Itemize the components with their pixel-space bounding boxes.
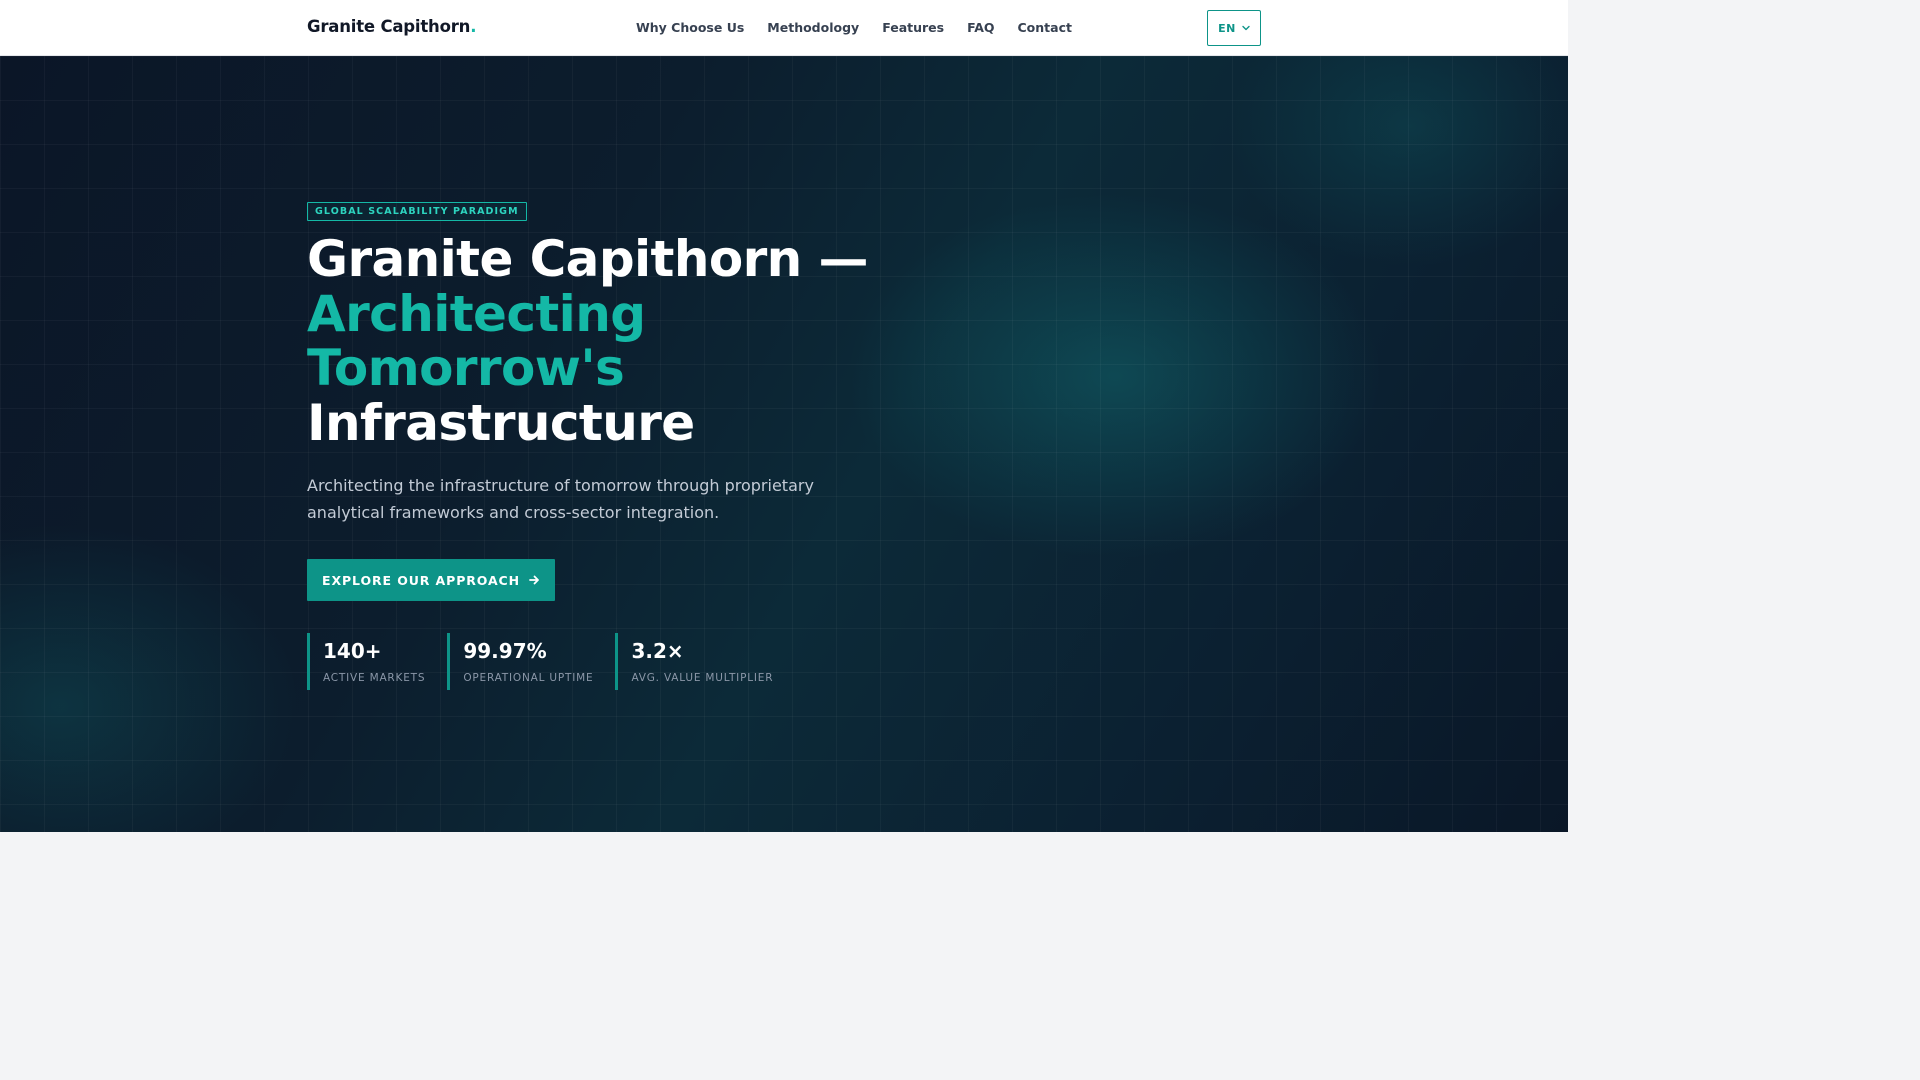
stat-label: AVG. VALUE MULTIPLIER — [631, 672, 774, 684]
hero-subtext: Architecting the infrastructure of tomor… — [307, 476, 814, 522]
stat-label: OPERATIONAL UPTIME — [463, 672, 594, 684]
nav-link-why-choose-us[interactable]: Why Choose Us — [636, 20, 744, 35]
language-label: EN — [1218, 21, 1236, 35]
chevron-down-icon — [1242, 25, 1250, 31]
brand-dot: . — [470, 17, 477, 36]
nav-link-faq[interactable]: FAQ — [967, 20, 994, 35]
site-header: Granite Capithorn. Why Choose Us Methodo… — [0, 0, 1568, 56]
headline-line-4: Infrastructure — [307, 393, 695, 452]
brand-logo[interactable]: Granite Capithorn. — [307, 17, 476, 36]
headline-accent-line-2: Tomorrow's — [307, 339, 625, 397]
stat-value: 3.2× — [631, 639, 684, 663]
hero-stats: 140+ ACTIVE MARKETS 99.97% OPERATIONAL U… — [307, 633, 777, 690]
arrow-right-icon — [529, 575, 539, 585]
headline-line-1: Granite Capithorn — — [307, 230, 868, 288]
stat-value: 140+ — [323, 639, 382, 663]
explore-approach-button[interactable]: EXPLORE OUR APPROACH — [307, 559, 555, 601]
stat-active-markets: 140+ ACTIVE MARKETS — [307, 633, 429, 690]
nav-link-contact[interactable]: Contact — [1018, 20, 1072, 35]
hero-headline: Granite Capithorn — Architecting Tomorro… — [307, 232, 907, 450]
main-nav: Why Choose Us Methodology Features FAQ C… — [636, 20, 1072, 35]
nav-link-methodology[interactable]: Methodology — [767, 20, 859, 35]
stat-value-multiplier: 3.2× AVG. VALUE MULTIPLIER — [615, 633, 777, 690]
nav-link-features[interactable]: Features — [882, 20, 944, 35]
cta-label: EXPLORE OUR APPROACH — [322, 572, 520, 588]
stat-value: 99.97% — [463, 639, 547, 663]
headline-accent-line-1: Architecting — [307, 284, 646, 343]
brand-name: Granite Capithorn — [307, 17, 471, 36]
hero-section: GLOBAL SCALABILITY PARADIGM Granite Capi… — [0, 56, 1568, 832]
stat-label: ACTIVE MARKETS — [323, 672, 426, 684]
stat-operational-uptime: 99.97% OPERATIONAL UPTIME — [447, 633, 597, 690]
language-selector[interactable]: EN — [1207, 10, 1261, 46]
next-section-edge — [0, 832, 1568, 882]
hero-eyebrow-badge: GLOBAL SCALABILITY PARADIGM — [307, 202, 527, 221]
